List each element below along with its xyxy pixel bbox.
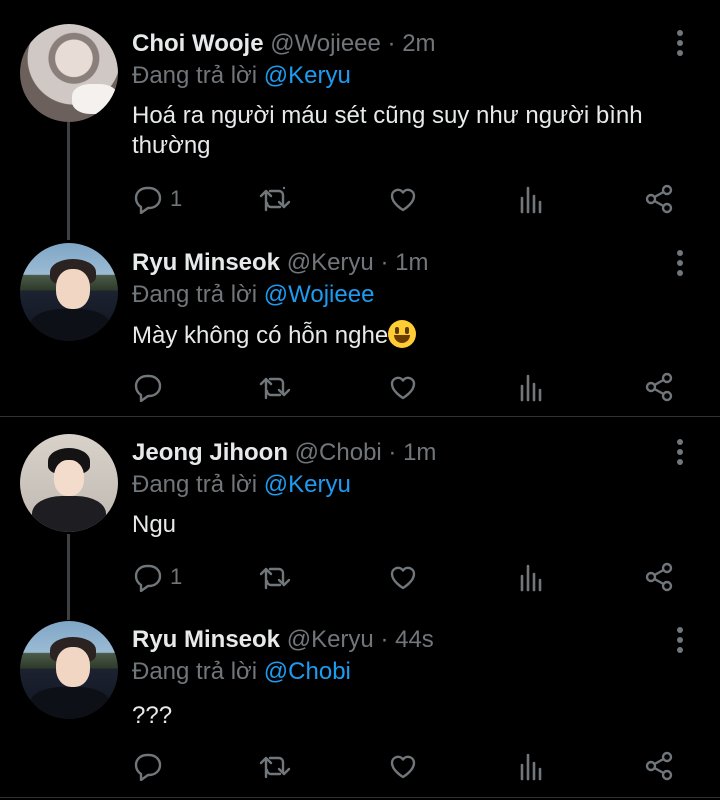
retweet-icon xyxy=(259,756,291,779)
analytics-icon xyxy=(520,564,542,592)
retweet-icon xyxy=(259,377,291,400)
action-bar: 1 xyxy=(0,562,720,592)
bottom-divider xyxy=(0,797,720,798)
user-handle[interactable]: @Keryu xyxy=(287,626,374,653)
retweet-icon xyxy=(259,567,291,590)
analytics-icon xyxy=(520,186,542,214)
action-bar xyxy=(0,751,720,781)
share-icon xyxy=(645,372,673,402)
retweet-button[interactable] xyxy=(258,751,292,781)
user-handle[interactable]: @Chobi xyxy=(295,439,382,466)
retweet-icon xyxy=(259,186,291,212)
reply-count: 1 xyxy=(170,564,183,589)
reply-prefix: Đang trả lời xyxy=(132,471,258,498)
tweet-text: ??? xyxy=(132,702,173,729)
display-name[interactable]: Ryu Minseok xyxy=(132,626,280,653)
display-name[interactable]: Choi Wooje xyxy=(132,30,264,57)
grinning-face-emoji xyxy=(388,320,417,348)
reply-count: 1 xyxy=(170,186,183,211)
replying-to: Đang trả lời @Wojieee xyxy=(132,281,374,309)
display-name[interactable]: Jeong Jihoon xyxy=(132,439,288,466)
mention-link[interactable]: @Keryu xyxy=(264,62,351,89)
like-button[interactable] xyxy=(388,562,418,592)
tweet-header: Choi Wooje @Wojieee · 2m xyxy=(132,30,436,58)
tweet[interactable]: Ryu Minseok @Keryu · 1m Đang trả lời @Wo… xyxy=(0,240,720,416)
share-icon xyxy=(645,751,673,781)
retweet-button[interactable] xyxy=(258,372,292,402)
like-button[interactable] xyxy=(388,751,418,781)
tweet-text: Ngu xyxy=(132,511,177,538)
avatar[interactable] xyxy=(20,243,118,341)
replying-to: Đang trả lời @Chobi xyxy=(132,658,351,686)
reply-icon xyxy=(134,564,162,592)
tweet-header: Ryu Minseok @Keryu · 1m xyxy=(132,249,428,277)
tweet[interactable]: Jeong Jihoon @Chobi · 1m Đang trả lời @K… xyxy=(0,417,720,617)
reply-icon xyxy=(134,753,162,781)
mention-link[interactable]: @Wojieee xyxy=(264,281,375,308)
heart-icon xyxy=(390,188,416,212)
more-options-icon[interactable] xyxy=(672,30,688,58)
reply-button[interactable] xyxy=(132,372,164,402)
reply-button[interactable] xyxy=(132,751,164,781)
reply-prefix: Đang trả lời xyxy=(132,658,258,685)
share-button[interactable] xyxy=(644,562,674,592)
tweet-text: Mày không có hỗn nghe xyxy=(132,320,692,351)
share-button[interactable] xyxy=(644,751,674,781)
tweet-header: Ryu Minseok @Keryu · 44s xyxy=(132,626,434,654)
timestamp[interactable]: · 44s xyxy=(380,626,433,653)
user-handle[interactable]: @Wojieee xyxy=(270,30,381,57)
heart-icon xyxy=(390,566,416,590)
like-button[interactable] xyxy=(388,184,418,214)
more-options-icon[interactable] xyxy=(672,439,688,467)
replying-to: Đang trả lời @Keryu xyxy=(132,471,351,499)
reply-button[interactable]: 1 xyxy=(132,184,182,214)
heart-icon xyxy=(390,376,416,400)
share-button[interactable] xyxy=(644,184,674,214)
mention-link[interactable]: @Keryu xyxy=(264,471,351,498)
tweet-text: Hoá ra người máu sét cũng suy như người … xyxy=(132,102,643,159)
reply-prefix: Đang trả lời xyxy=(132,62,258,89)
analytics-icon xyxy=(520,374,542,402)
user-handle[interactable]: @Keryu xyxy=(287,249,374,276)
avatar[interactable] xyxy=(20,621,118,719)
action-bar: 1 xyxy=(0,184,720,214)
reply-prefix: Đang trả lời xyxy=(132,281,258,308)
share-icon xyxy=(645,562,673,592)
reply-icon xyxy=(134,374,162,402)
replying-to: Đang trả lời @Keryu xyxy=(132,62,351,90)
tweet[interactable]: Choi Wooje @Wojieee · 2m Đang trả lời @K… xyxy=(0,0,720,240)
analytics-icon xyxy=(520,753,542,781)
timestamp[interactable]: · 2m xyxy=(388,30,436,57)
retweet-button[interactable] xyxy=(258,562,292,592)
timestamp[interactable]: · 1m xyxy=(380,249,428,276)
action-bar xyxy=(0,372,720,402)
share-icon xyxy=(645,184,673,214)
tweet[interactable]: Ryu Minseok @Keryu · 44s Đang trả lời @C… xyxy=(0,617,720,800)
reply-icon xyxy=(134,186,162,214)
mention-link[interactable]: @Chobi xyxy=(264,658,351,685)
views-button[interactable] xyxy=(518,372,546,402)
views-button[interactable] xyxy=(518,751,546,781)
retweet-button[interactable] xyxy=(258,184,292,214)
timestamp[interactable]: · 1m xyxy=(388,439,436,466)
more-options-icon[interactable] xyxy=(672,250,688,278)
views-button[interactable] xyxy=(518,562,546,592)
tweet-header: Jeong Jihoon @Chobi · 1m xyxy=(132,439,436,467)
tweet-text-body: Mày không có hỗn nghe xyxy=(132,322,389,349)
views-button[interactable] xyxy=(518,184,546,214)
avatar[interactable] xyxy=(20,434,118,532)
avatar[interactable] xyxy=(20,24,118,122)
display-name[interactable]: Ryu Minseok xyxy=(132,249,280,276)
share-button[interactable] xyxy=(644,372,674,402)
heart-icon xyxy=(390,755,416,779)
more-options-icon[interactable] xyxy=(672,627,688,655)
reply-button[interactable]: 1 xyxy=(132,562,182,592)
like-button[interactable] xyxy=(388,372,418,402)
